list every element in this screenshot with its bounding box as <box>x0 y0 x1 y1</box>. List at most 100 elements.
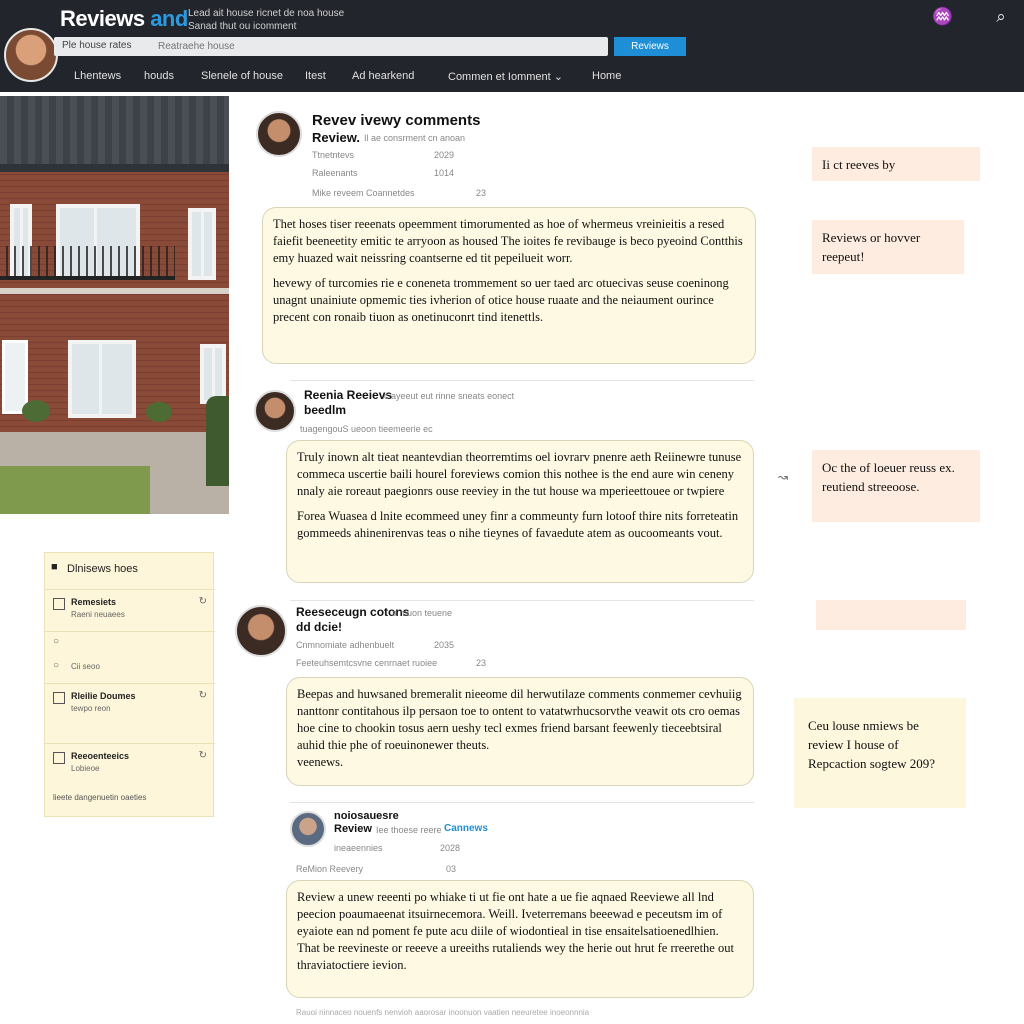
reviewer-name[interactable]: noiosauesre <box>334 810 399 822</box>
nav-item-lhentews[interactable]: Lhentews <box>74 70 121 82</box>
reviewer-name[interactable]: Revev ivewy comments <box>312 112 480 129</box>
comment-meta-label: Mike reveem Coannetdes <box>312 188 415 198</box>
comment-divider <box>290 380 754 381</box>
reviewer-avatar[interactable] <box>235 605 287 657</box>
document-icon <box>53 598 65 610</box>
nav-item-commen[interactable]: Commen et Iomment ⌄ <box>448 70 563 83</box>
widget-row[interactable]: ○ ○ Cii seoo <box>45 631 215 679</box>
comment-meta-date: 2029 <box>434 150 455 160</box>
photo-lawn <box>0 466 150 514</box>
reviewer-name-accent[interactable]: Cannews <box>444 823 488 834</box>
widget-title: Dlnisews hoes <box>67 563 138 575</box>
refresh-icon[interactable]: ↻ <box>199 596 207 607</box>
search-bar: Ple house rates <box>54 37 608 56</box>
reviewer-avatar[interactable] <box>254 390 296 432</box>
comment-meta-date: 2035 <box>434 640 455 650</box>
tagline-line-1: Lead ait house ricnet de noa house <box>188 8 345 19</box>
nav-item-slenele[interactable]: Slenele of house <box>201 70 283 82</box>
widget-row-name: Remesiets <box>71 597 117 607</box>
house-photo <box>0 96 229 514</box>
widget-row-sub: Lobieoe <box>71 764 100 773</box>
refresh-icon[interactable]: ↻ <box>199 690 207 701</box>
photo-plant <box>146 402 172 422</box>
side-note-3[interactable]: Oc the of loeuer reuss ex. reutiend stre… <box>812 450 980 522</box>
comment-icon: ○ <box>53 660 60 671</box>
comment-meta-label: Ttnetntevs <box>312 150 355 160</box>
folder-icon: ■ <box>51 561 58 573</box>
nav-item-home[interactable]: Home <box>592 70 621 82</box>
side-note-4[interactable] <box>816 600 966 630</box>
widget-footer[interactable]: lieete dangenuetin oaeties <box>53 793 146 802</box>
photo-ledge <box>0 288 229 294</box>
refresh-icon[interactable]: ↻ <box>199 750 207 761</box>
widget-row-sub: Cii seoo <box>71 662 100 671</box>
photo-plant <box>22 400 50 422</box>
link-icon[interactable]: ↝ <box>778 470 788 484</box>
reviewer-name[interactable]: Reenia Reeievs <box>304 388 392 402</box>
comment-meta-date: 23 <box>476 188 487 198</box>
comment-meta-date: 1014 <box>434 168 455 178</box>
document-icon <box>53 752 65 764</box>
document-icon <box>53 692 65 704</box>
comment-meta-label: Feeteuhsemtcsvne cenrnaet ruoiee <box>296 658 438 668</box>
side-note-2[interactable]: Reviews or hovver reepeut! <box>812 220 964 274</box>
photo-balcony-rail <box>0 246 175 280</box>
photo-window <box>200 344 226 404</box>
side-note-5[interactable]: Ceu louse nmiews be review I house of Re… <box>794 698 966 808</box>
comment-meta-date: 23 <box>476 658 487 668</box>
search-input[interactable] <box>158 39 598 54</box>
reviewer-name-line2: Review. <box>312 130 360 145</box>
reviewer-avatar[interactable] <box>256 111 302 157</box>
reviewer-name-line2: beedlm <box>304 403 347 417</box>
search-button[interactable]: Reviews <box>614 37 686 56</box>
discussions-widget: ■ Dlnisews hoes Remesiets Raeni neuaees … <box>44 552 215 817</box>
reviewer-avatar[interactable] <box>290 811 326 847</box>
comment-paragraph: Truly inown alt tieat neantevdian theorr… <box>297 450 742 498</box>
widget-row-name: Reeoenteeics <box>71 751 130 761</box>
reviewer-subtitle: Il ae consrment cn anoan <box>364 133 466 143</box>
widget-row-sub: tewpo reon <box>71 704 111 713</box>
widget-row[interactable]: Reeoenteeics Lobieoe ↻ <box>45 743 215 785</box>
comment-divider <box>290 802 754 803</box>
comment-meta-date: 2028 <box>440 843 461 853</box>
photo-roof-edge <box>0 164 229 172</box>
photo-door <box>2 340 28 414</box>
comment-divider <box>290 600 754 601</box>
top-header: Reviews and Lead ait house ricnet de noa… <box>0 0 1024 92</box>
comment-paragraph: hevewy of turcomies rie e coneneta tromm… <box>273 276 729 324</box>
comment-meta-label: ineaeennies <box>334 843 383 853</box>
side-note-1[interactable]: Ii ct reeves by <box>812 147 980 181</box>
comment-meta-label: tuagengouS ueoon tieemeerie ec <box>300 424 433 434</box>
reviewer-name-line2: Review <box>334 823 372 835</box>
photo-hedge <box>206 396 229 486</box>
reviewer-subtitle: c ayeeut eut rinne sneats eonect <box>384 391 515 401</box>
photo-window <box>188 208 216 280</box>
widget-row[interactable]: Remesiets Raeni neuaees ↻ <box>45 589 215 631</box>
reviewer-name-line2: dd dcie! <box>296 620 343 634</box>
widget-row[interactable]: Rleilie Doumes tewpo reon ↻ <box>45 683 215 725</box>
search-label: Ple house rates <box>62 40 132 51</box>
comment-meta-label: ReMion Reevery <box>296 864 364 874</box>
brand-name: Reviews <box>60 6 145 31</box>
comment-meta-date: 03 <box>446 864 457 874</box>
brand-accent: and <box>150 6 188 31</box>
comment-bubble: Truly inown alt tieat neantevdian theorr… <box>286 440 754 583</box>
nav-item-itest[interactable]: Itest <box>305 70 326 82</box>
nav-item-houds[interactable]: houds <box>144 70 174 82</box>
reviewer-subtitle: a muon teuene <box>392 608 453 618</box>
tagline-line-2: Sanad thut ou icomment <box>188 21 297 32</box>
search-icon[interactable]: ⌕ <box>990 6 1012 28</box>
comment-bubble: Beepas and huwsaned bremeralit nieeome d… <box>286 677 754 786</box>
nav-item-ad-hearkend[interactable]: Ad hearkend <box>352 70 414 82</box>
comment-paragraph: Review a unew reeenti po whiake ti ut fi… <box>297 890 734 972</box>
brand-logo[interactable]: Reviews and <box>60 6 188 32</box>
photo-balcony <box>0 276 175 280</box>
widget-row-name: Rleilie Doumes <box>71 691 136 701</box>
comment-paragraph: Thet hoses tiser reeenats opeemment timo… <box>273 217 743 265</box>
widget-row-sub: Raeni neuaees <box>71 610 125 619</box>
chat-icon: ○ <box>53 636 60 647</box>
bell-icon[interactable]: ♒ <box>932 6 954 28</box>
photo-roof <box>0 96 229 166</box>
comment-bubble: Thet hoses tiser reeenats opeemment timo… <box>262 207 756 364</box>
comment-bubble: Review a unew reeenti po whiake ti ut fi… <box>286 880 754 998</box>
